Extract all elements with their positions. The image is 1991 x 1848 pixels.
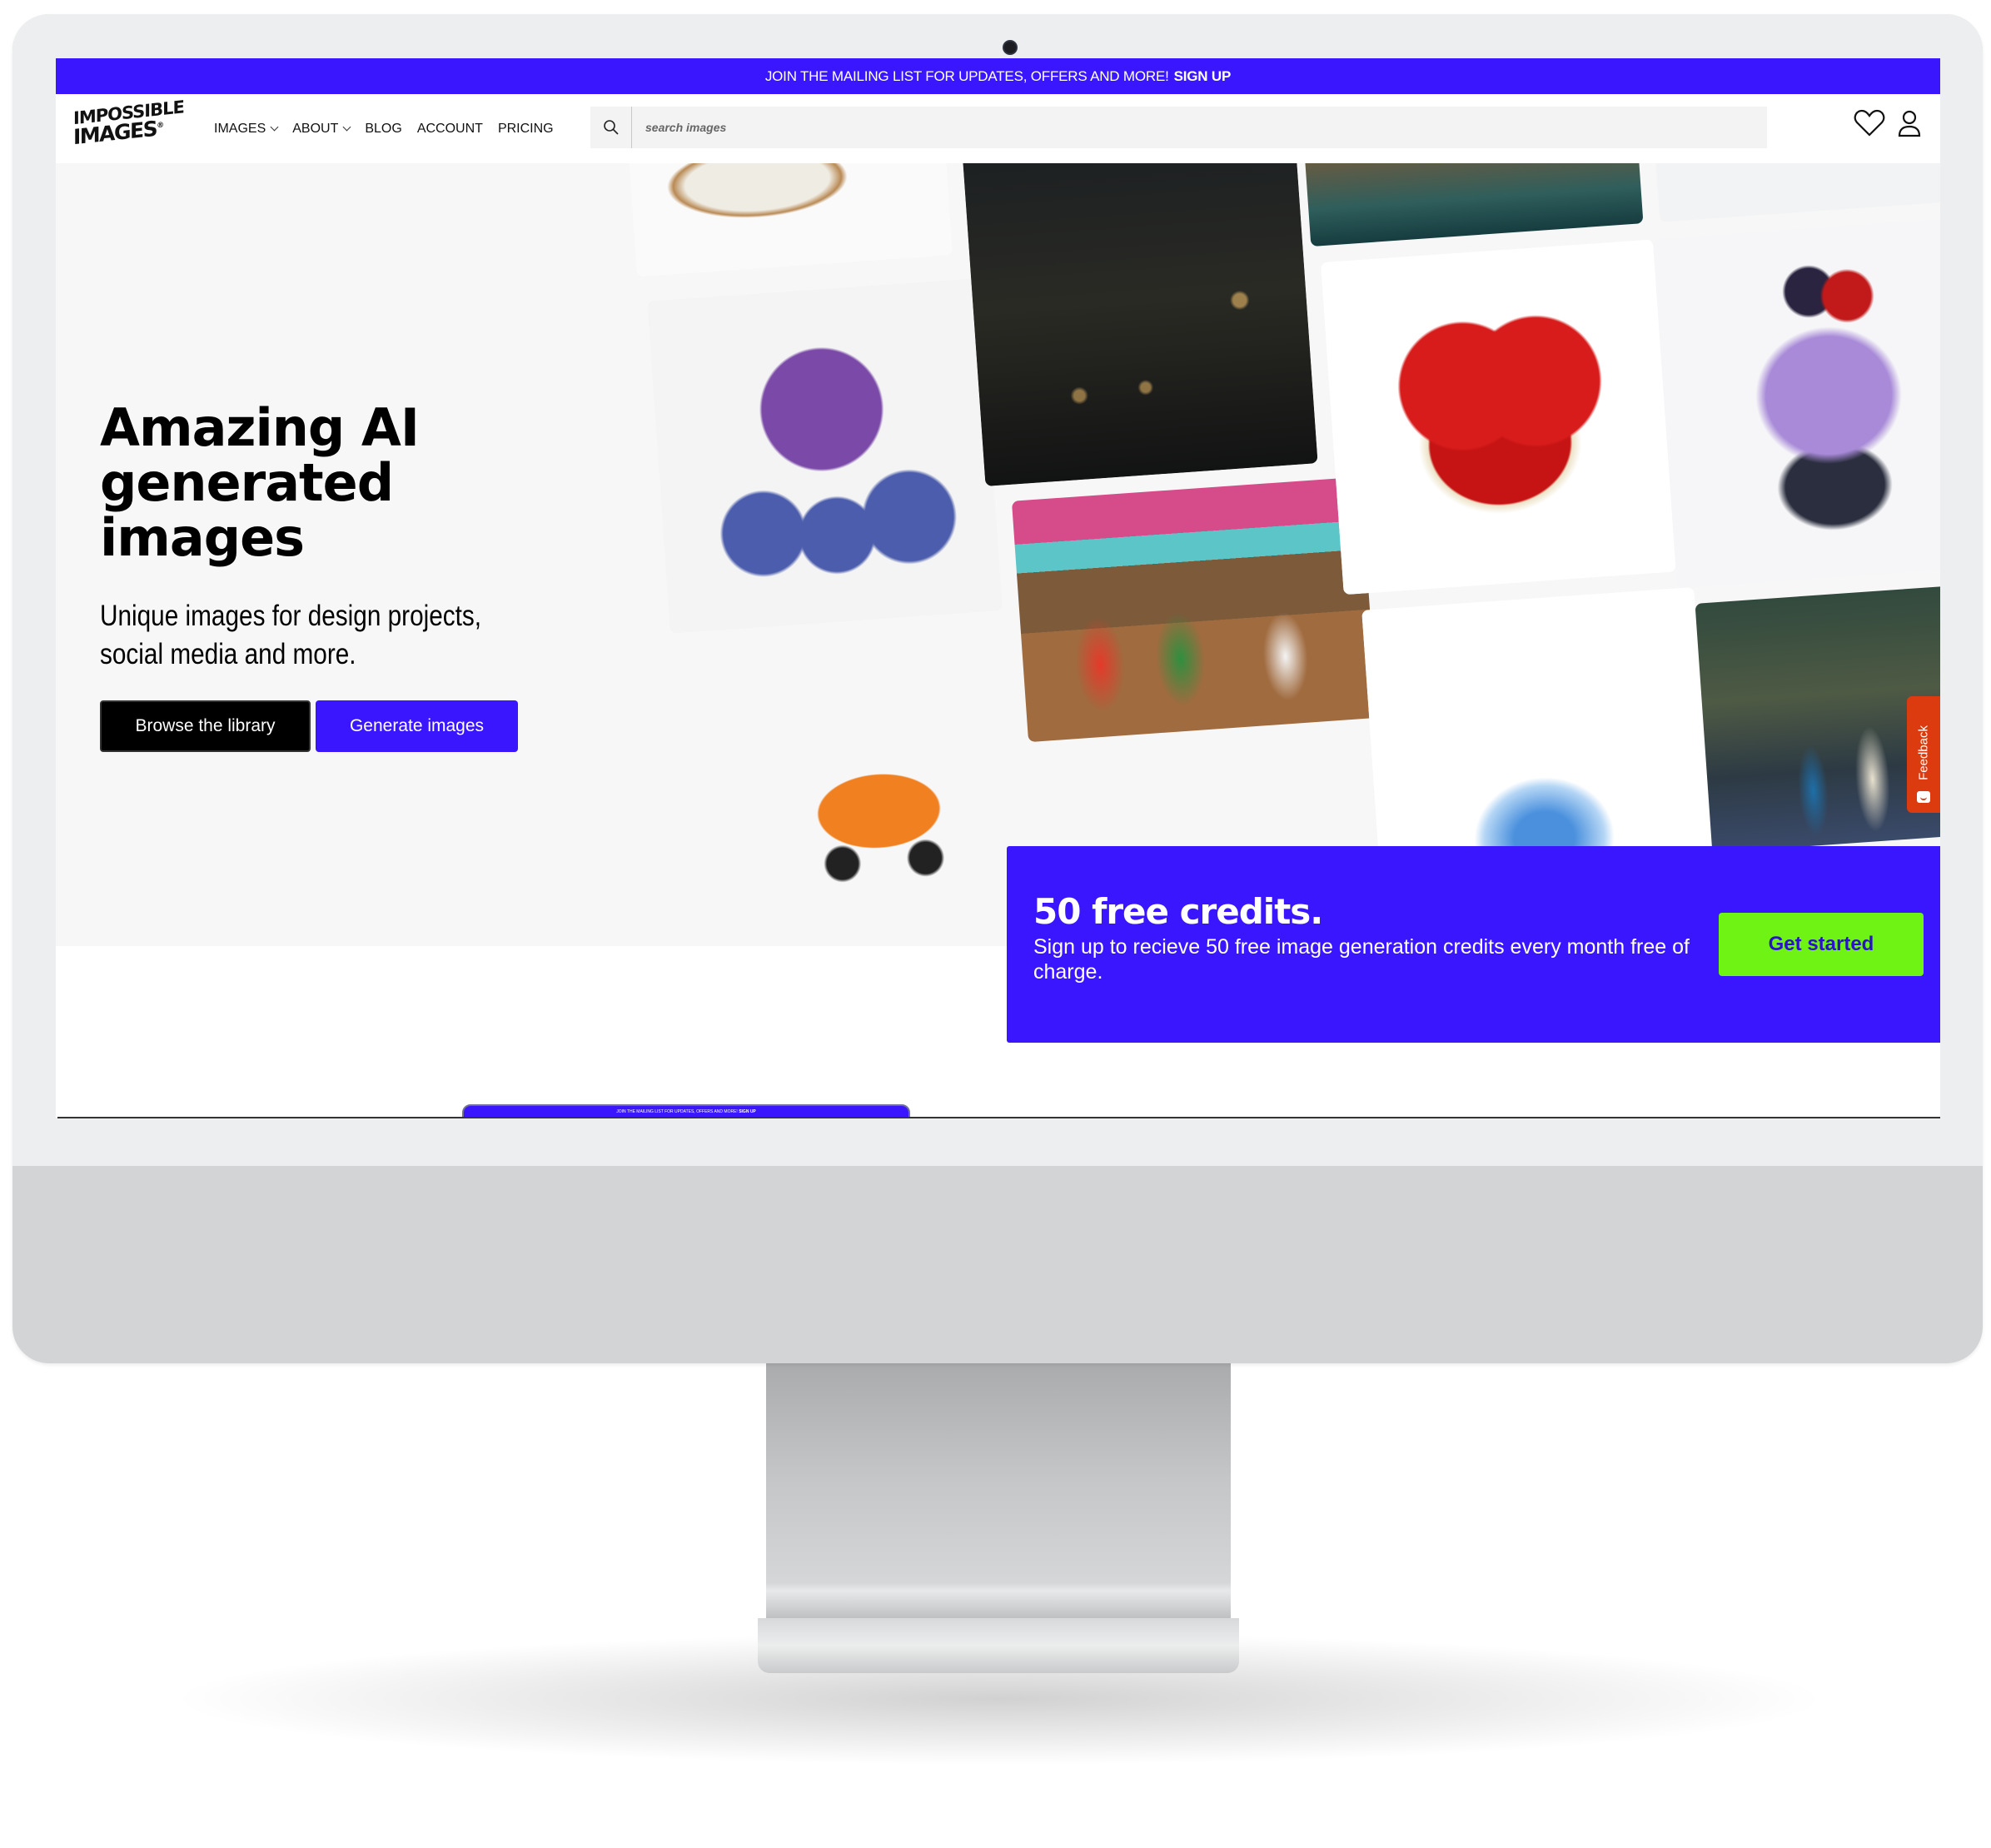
image-tile-gothic-library[interactable] <box>961 163 1318 486</box>
feedback-label: Feedback <box>1916 725 1931 780</box>
mini-announcement-text: JOIN THE MAILING LIST FOR UPDATES, OFFER… <box>616 1109 738 1114</box>
nav-pricing-label: PRICING <box>497 121 554 136</box>
monitor-stand <box>766 1363 1231 1621</box>
logo-registered-mark: ® <box>157 121 163 131</box>
nav-about-label: ABOUT <box>292 121 339 136</box>
hero-title-line1: Amazing AI <box>100 397 420 458</box>
hero-text: Amazing AI generated images Unique image… <box>100 401 600 752</box>
smile-chat-icon <box>1917 791 1930 803</box>
main-menu: IMAGES ABOUT BLOG ACCOUNT PRICING <box>214 94 554 163</box>
free-credits-banner: 50 free credits. Sign up to recieve 50 f… <box>1007 846 1940 1043</box>
get-started-button[interactable]: Get started <box>1719 913 1924 976</box>
nav-images-label: IMAGES <box>214 121 266 136</box>
hero-buttons: Browse the library Generate images <box>100 700 600 752</box>
promo-title: 50 free credits. <box>1033 891 1323 932</box>
browser-screen: JOIN THE MAILING LIST FOR UPDATES, OFFER… <box>56 58 1940 1118</box>
promo-text: Sign up to recieve 50 free image generat… <box>1033 935 1690 984</box>
image-tile-fiesta[interactable] <box>1011 476 1378 743</box>
heart-icon[interactable] <box>1854 109 1885 137</box>
image-tile-red-monster[interactable] <box>1648 163 1940 222</box>
feedback-tab[interactable]: Feedback <box>1907 696 1940 813</box>
search-input[interactable] <box>632 107 1767 148</box>
generate-images-button[interactable]: Generate images <box>316 700 518 752</box>
logo[interactable]: IMPOSSIBLE IMAGES® <box>73 97 184 158</box>
image-tile-purple-monsters[interactable] <box>647 277 1003 634</box>
image-tile-fantasy-city[interactable] <box>1298 163 1644 247</box>
monitor-body: JOIN THE MAILING LIST FOR UPDATES, OFFER… <box>12 14 1983 1363</box>
nav-blog-label: BLOG <box>365 121 402 136</box>
image-tile-heart-cheesecake[interactable] <box>1320 239 1676 595</box>
nav-account[interactable]: ACCOUNT <box>417 122 483 137</box>
browse-library-button[interactable]: Browse the library <box>100 700 311 752</box>
monitor-stand-foot <box>758 1618 1239 1673</box>
user-icon[interactable] <box>1897 109 1922 137</box>
camera-icon <box>1004 42 1016 53</box>
image-tile-orange-car[interactable] <box>699 616 1056 946</box>
navbar: IMPOSSIBLE IMAGES® IMAGES ABOUT BLOG ACC… <box>56 94 1940 163</box>
search-bar <box>590 107 1767 148</box>
nav-account-label: ACCOUNT <box>416 121 483 136</box>
monitor-mockup: JOIN THE MAILING LIST FOR UPDATES, OFFER… <box>0 0 1991 1848</box>
hero-title-line2: generated images <box>100 452 394 568</box>
image-tile-supermarket[interactable] <box>1695 582 1940 854</box>
nav-blog[interactable]: BLOG <box>365 122 401 137</box>
nav-pricing[interactable]: PRICING <box>498 122 554 137</box>
search-icon <box>603 120 619 135</box>
chevron-down-icon <box>342 122 351 132</box>
signup-link[interactable]: SIGN UP <box>1174 68 1232 85</box>
hero-section: Amazing AI generated images Unique image… <box>56 163 1940 946</box>
chevron-down-icon <box>270 122 279 132</box>
announcement-bar: JOIN THE MAILING LIST FOR UPDATES, OFFER… <box>56 58 1940 94</box>
search-button[interactable] <box>590 107 632 148</box>
announcement-text: JOIN THE MAILING LIST FOR UPDATES, OFFER… <box>764 67 1169 84</box>
hero-subtitle: Unique images for design projects, socia… <box>100 600 482 670</box>
nav-icons <box>1854 109 1922 137</box>
image-tile-berry-dessert[interactable] <box>1652 217 1940 589</box>
mini-signup-link[interactable]: SIGN UP <box>739 1109 756 1114</box>
mini-announcement-bar: JOIN THE MAILING LIST FOR UPDATES, OFFER… <box>462 1104 910 1118</box>
hero-title: Amazing AI generated images <box>100 401 600 565</box>
screen-bottom-edge <box>57 1117 1940 1118</box>
image-tile-toast[interactable] <box>621 163 953 277</box>
image-collage <box>589 163 1940 946</box>
nav-images[interactable]: IMAGES <box>214 121 279 137</box>
nav-about[interactable]: ABOUT <box>292 121 351 137</box>
